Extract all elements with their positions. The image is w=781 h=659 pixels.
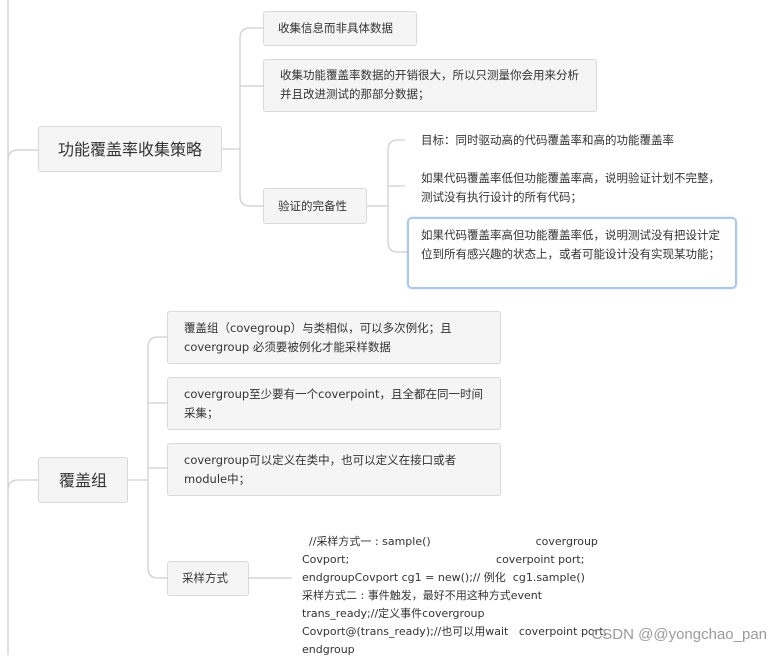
- strategy-to-child1: [239, 27, 263, 149]
- root-to-covergroup: [7, 479, 38, 491]
- completeness-item1-text: 目标：同时驱动高的代码覆盖率和高的功能覆盖率: [421, 133, 674, 147]
- covergroup-child2-node[interactable]: covergroup至少要有一个coverpoint，且全都在同一时间采集；: [167, 377, 501, 430]
- completeness-node[interactable]: 验证的完备性: [263, 188, 367, 224]
- sampling-label: 采样方式: [182, 571, 228, 585]
- completeness-label: 验证的完备性: [278, 198, 347, 213]
- covergroup-child2-text: covergroup至少要有一个coverpoint，且全都在同一时间采集；: [184, 387, 483, 420]
- completeness-item3-text: 如果代码覆盖率高但功能覆盖率低，说明测试没有把设计定位到所有感兴趣的状态上，或者…: [421, 228, 720, 261]
- completeness-item2[interactable]: 如果代码覆盖率低但功能覆盖率高，说明验证计划不完整，测试没有执行设计的所有代码；: [421, 169, 721, 207]
- covergroup-child1-node[interactable]: 覆盖组（covegroup）与类相似，可以多次例化；且covergroup 必须…: [167, 311, 501, 364]
- covergroup-to-sampling: [147, 480, 167, 579]
- strategy-child1-node[interactable]: 收集信息而非具体数据: [263, 11, 417, 46]
- completeness-item1[interactable]: 目标：同时驱动高的代码覆盖率和高的功能覆盖率: [421, 131, 741, 150]
- sampling-code-text: //采样方式一 : sample() covergroup Covport; c…: [302, 535, 608, 656]
- sampling-node[interactable]: 采样方式: [167, 561, 249, 596]
- strategy-title: 功能覆盖率收集策略: [57, 139, 202, 159]
- strategy-to-completeness: [239, 149, 263, 207]
- completeness-to-item1: [387, 139, 405, 206]
- sampling-code[interactable]: //采样方式一 : sample() covergroup Covport; c…: [302, 515, 632, 659]
- covergroup-to-child1: [147, 336, 167, 480]
- covergroup-title: 覆盖组: [58, 470, 107, 490]
- strategy-child2-text: 收集功能覆盖率数据的开销很大，所以只测量你会用来分析并且改进测试的那部分数据；: [280, 68, 579, 101]
- strategy-node[interactable]: 功能覆盖率收集策略: [38, 126, 222, 172]
- strategy-child2-node[interactable]: 收集功能覆盖率数据的开销很大，所以只测量你会用来分析并且改进测试的那部分数据；: [263, 59, 597, 112]
- watermark: CSDN @@yongchao_pan: [591, 626, 767, 643]
- covergroup-child3-text: covergroup可以定义在类中，也可以定义在接口或者module中；: [184, 453, 457, 486]
- completeness-item2-text: 如果代码覆盖率低但功能覆盖率高，说明验证计划不完整，测试没有执行设计的所有代码；: [421, 171, 720, 204]
- covergroup-child3-node[interactable]: covergroup可以定义在类中，也可以定义在接口或者module中；: [167, 443, 501, 496]
- completeness-to-item3: [387, 206, 407, 253]
- root-to-strategy: [7, 149, 38, 161]
- strategy-child1-text: 收集信息而非具体数据: [278, 21, 393, 35]
- completeness-item3-node[interactable]: 如果代码覆盖率高但功能覆盖率低，说明测试没有把设计定位到所有感兴趣的状态上，或者…: [407, 217, 737, 289]
- covergroup-node[interactable]: 覆盖组: [38, 457, 128, 503]
- covergroup-child1-text: 覆盖组（covegroup）与类相似，可以多次例化；且covergroup 必须…: [184, 321, 452, 354]
